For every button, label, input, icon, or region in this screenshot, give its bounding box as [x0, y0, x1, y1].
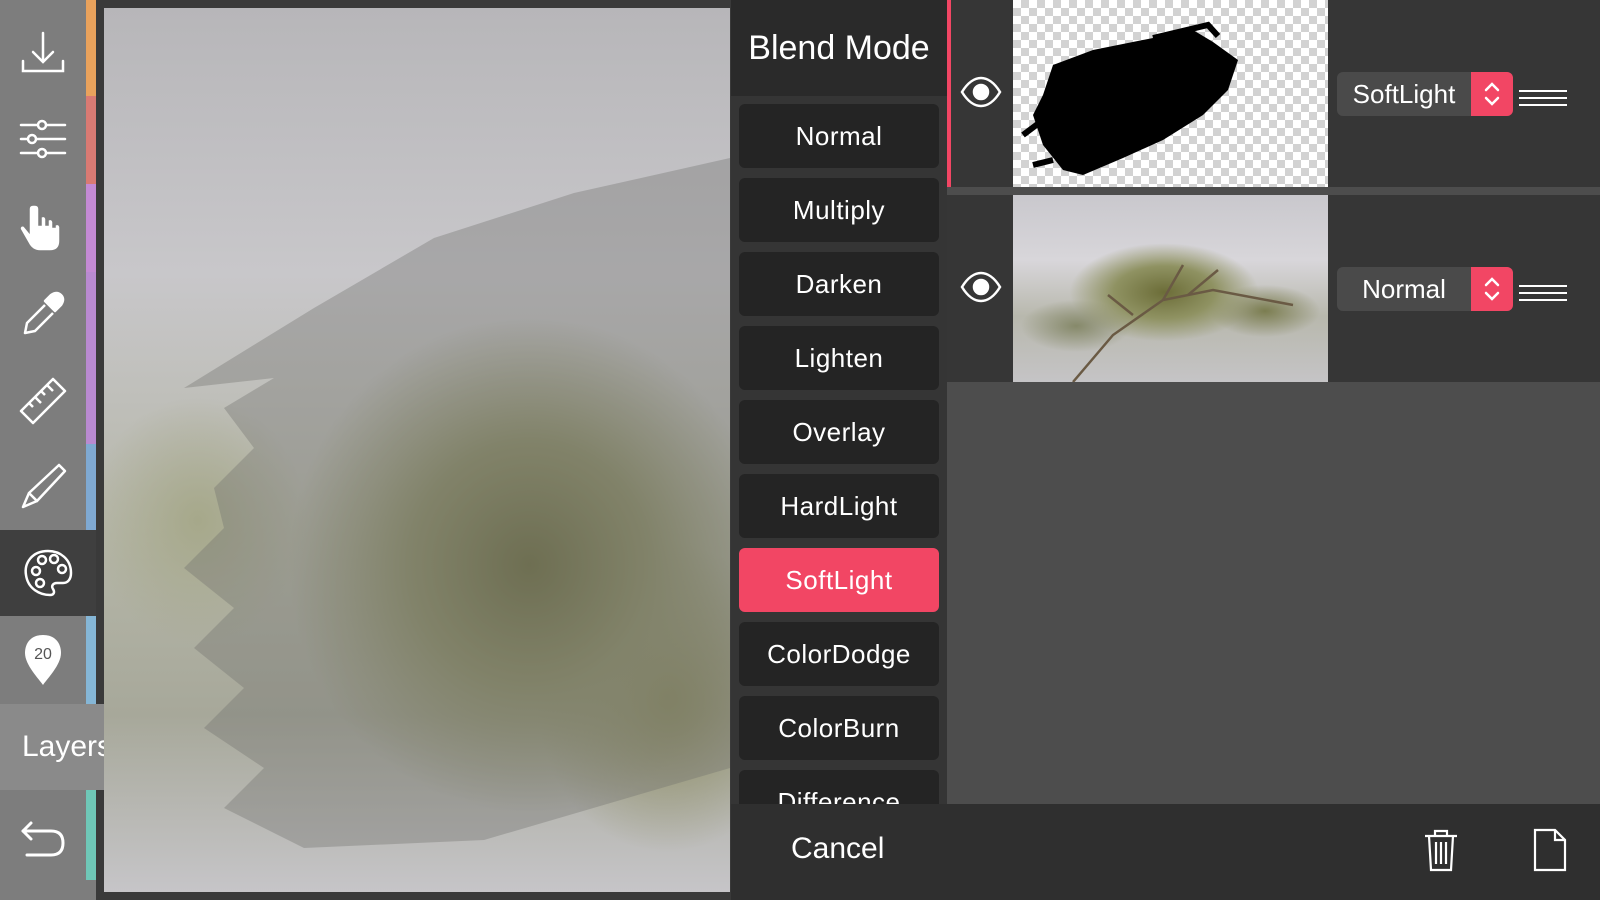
- blend-option-softlight[interactable]: SoftLight: [739, 548, 939, 612]
- bottom-bar: Cancel: [731, 804, 1600, 900]
- brush-button[interactable]: [0, 444, 86, 530]
- palette-icon: [24, 549, 73, 597]
- layer-thumbnail-photo: [1013, 195, 1328, 382]
- color-stripe-4: [86, 272, 96, 444]
- layer-row[interactable]: SoftLight: [947, 0, 1600, 187]
- new-page-icon[interactable]: [1527, 826, 1571, 874]
- hand-tool-button[interactable]: [0, 184, 86, 270]
- drag-handle-icon[interactable]: [1519, 88, 1567, 108]
- blend-option-multiply[interactable]: Multiply: [739, 178, 939, 242]
- eye-icon[interactable]: [959, 265, 1003, 309]
- layer-blend-select[interactable]: Normal: [1337, 267, 1513, 311]
- blend-option-lighten[interactable]: Lighten: [739, 326, 939, 390]
- blend-option-hardlight[interactable]: HardLight: [739, 474, 939, 538]
- eye-icon[interactable]: [959, 70, 1003, 114]
- blend-mode-panel: Blend Mode Normal Multiply Darken Lighte…: [731, 0, 947, 804]
- download-icon: [21, 31, 65, 73]
- stepper-icon[interactable]: [1471, 267, 1513, 311]
- hand-icon: [19, 204, 61, 252]
- eyedropper-button[interactable]: [0, 272, 86, 358]
- blend-option-colordodge[interactable]: ColorDodge: [739, 622, 939, 686]
- ruler-icon: [19, 377, 67, 425]
- layer-blend-select[interactable]: SoftLight: [1337, 72, 1513, 116]
- active-layer-indicator: [947, 0, 951, 187]
- layer-thumbnail-stroke: [1013, 0, 1328, 187]
- color-stripe-6: [86, 616, 96, 704]
- brush-size-value: 20: [34, 646, 52, 663]
- adjustments-icon: [19, 119, 67, 159]
- layers-panel: SoftLight Normal: [947, 0, 1600, 804]
- blend-option-overlay[interactable]: Overlay: [739, 400, 939, 464]
- color-stripe-2: [86, 96, 96, 184]
- color-stripe-3: [86, 184, 96, 272]
- blend-option-normal[interactable]: Normal: [739, 104, 939, 168]
- layer-blend-value: Normal: [1362, 273, 1446, 304]
- download-button[interactable]: [0, 10, 86, 96]
- color-palette-button[interactable]: [0, 530, 96, 616]
- ruler-button[interactable]: [0, 358, 86, 444]
- undo-button[interactable]: [0, 796, 86, 882]
- drawing-canvas[interactable]: [104, 8, 730, 892]
- drag-handle-icon[interactable]: [1519, 283, 1567, 303]
- brush-icon: [21, 463, 67, 509]
- blend-option-difference[interactable]: Difference: [739, 770, 939, 804]
- brush-stroke-overlay: [184, 158, 730, 848]
- layer-row[interactable]: Normal: [947, 195, 1600, 382]
- color-stripe-1: [86, 0, 96, 96]
- blend-mode-title: Blend Mode: [731, 0, 947, 96]
- layers-label: Layers: [22, 730, 113, 763]
- color-stripe-7: [86, 790, 96, 880]
- undo-icon: [21, 821, 65, 857]
- left-toolbar: 20 Layers: [0, 0, 226, 900]
- stepper-icon[interactable]: [1471, 72, 1513, 116]
- layer-blend-value: SoftLight: [1352, 78, 1456, 109]
- eyedropper-icon: [23, 291, 65, 335]
- adjustments-button[interactable]: [0, 96, 86, 182]
- cancel-button[interactable]: Cancel: [791, 832, 884, 866]
- color-stripe-5: [86, 444, 96, 530]
- blend-option-darken[interactable]: Darken: [739, 252, 939, 316]
- blend-option-colorburn[interactable]: ColorBurn: [739, 696, 939, 760]
- trash-icon[interactable]: [1419, 826, 1463, 874]
